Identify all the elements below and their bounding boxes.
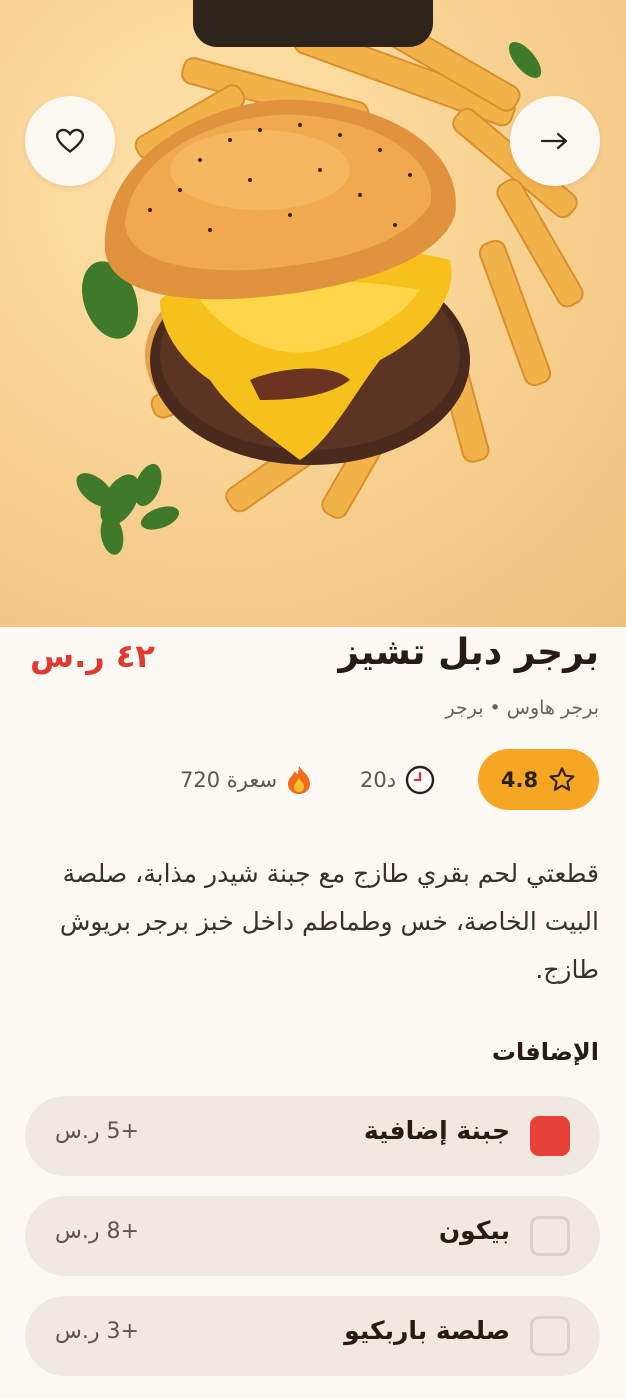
- prep-time: 20د: [360, 760, 436, 800]
- addons-heading: الإضافات: [491, 1038, 599, 1066]
- product-subtitle: برجر هاوس • برجر: [445, 697, 599, 719]
- rating-value: 4.8: [500, 767, 539, 792]
- favorite-button[interactable]: [25, 96, 115, 186]
- clock-icon: [405, 765, 435, 795]
- burger-illustration: [76, 0, 584, 555]
- addon-checkbox[interactable]: [530, 1316, 570, 1356]
- addon-bbq-sauce[interactable]: صلصة باربكيو +3 ر.س: [25, 1296, 600, 1376]
- addon-name: بيكون: [438, 1216, 510, 1245]
- addon-extra-cheese[interactable]: جبنة إضافية +5 ر.س: [25, 1096, 600, 1176]
- product-hero-image: [0, 0, 626, 627]
- fire-icon: [288, 766, 311, 794]
- addon-price: +5 ر.س: [55, 1119, 139, 1144]
- addon-name: صلصة باربكيو: [344, 1316, 510, 1345]
- calories: 720 سعرة: [180, 760, 313, 800]
- addon-checkbox[interactable]: [530, 1216, 570, 1256]
- prep-time-value: 20د: [360, 768, 397, 792]
- star-icon: [549, 766, 575, 791]
- product-title: برجر دبل تشيز: [338, 632, 599, 673]
- device-notch: [193, 0, 433, 47]
- product-price: ٤٢ ر.س: [30, 637, 155, 675]
- addon-name: جبنة إضافية: [363, 1116, 510, 1145]
- back-button[interactable]: [510, 96, 600, 186]
- calories-value: 720 سعرة: [180, 768, 278, 792]
- product-description: قطعتي لحم بقري طازج مع جبنة شيدر مذابة، …: [59, 859, 599, 984]
- arrow-right-icon: [540, 132, 568, 150]
- addon-price: +3 ر.س: [55, 1319, 139, 1344]
- rating-badge: 4.8: [478, 749, 599, 810]
- addon-price: +8 ر.س: [55, 1219, 139, 1244]
- addon-bacon[interactable]: بيكون +8 ر.س: [25, 1196, 600, 1276]
- heart-icon: [56, 128, 84, 153]
- addon-checkbox[interactable]: [530, 1116, 570, 1156]
